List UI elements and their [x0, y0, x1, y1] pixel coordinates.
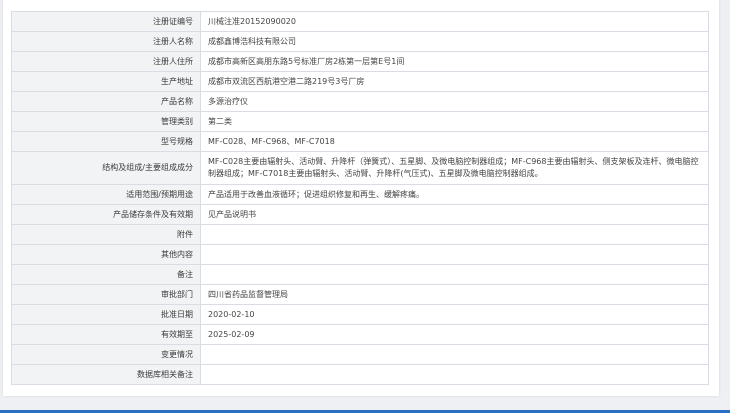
value-management-category: 第二类	[200, 111, 709, 132]
value-registration-number: 川械注准20152090020	[200, 11, 709, 32]
value-remarks	[200, 264, 709, 285]
row-change-history: 变更情况	[11, 344, 709, 365]
value-valid-until: 2025-02-09	[200, 324, 709, 345]
value-storage-validity: 见产品说明书	[200, 204, 709, 225]
label-structure-composition: 结构及组成/主要组成成分	[11, 151, 201, 185]
value-approval-department: 四川省药品监督管理局	[200, 284, 709, 305]
label-model-spec: 型号规格	[11, 131, 201, 152]
row-structure-composition: 结构及组成/主要组成成分 MF-C028主要由辐射头、活动臂、升降杆（弹簧式）、…	[11, 151, 709, 185]
row-approval-department: 审批部门 四川省药品监督管理局	[11, 284, 709, 305]
label-intended-use: 适用范围/预期用途	[11, 184, 201, 205]
row-approval-date: 批准日期 2020-02-10	[11, 304, 709, 325]
value-approval-date: 2020-02-10	[200, 304, 709, 325]
label-production-address: 生产地址	[11, 71, 201, 92]
value-database-remarks	[200, 364, 709, 385]
row-database-remarks: 数据库相关备注	[11, 364, 709, 385]
row-remarks: 备注	[11, 264, 709, 285]
detail-card: 注册证编号 川械注准20152090020 注册人名称 成都鑫博浩科技有限公司 …	[3, 0, 719, 396]
row-production-address: 生产地址 成都市双流区西航港空港二路219号3号厂房	[11, 71, 709, 92]
value-attachments	[200, 224, 709, 245]
registration-detail-table: 注册证编号 川械注准20152090020 注册人名称 成都鑫博浩科技有限公司 …	[11, 11, 709, 385]
label-product-name: 产品名称	[11, 91, 201, 112]
label-management-category: 管理类别	[11, 111, 201, 132]
label-storage-validity: 产品储存条件及有效期	[11, 204, 201, 225]
row-registrant-name: 注册人名称 成都鑫博浩科技有限公司	[11, 31, 709, 52]
label-change-history: 变更情况	[11, 344, 201, 365]
value-change-history	[200, 344, 709, 365]
label-database-remarks: 数据库相关备注	[11, 364, 201, 385]
row-model-spec: 型号规格 MF-C028、MF-C968、MF-C7018	[11, 131, 709, 152]
value-production-address: 成都市双流区西航港空港二路219号3号厂房	[200, 71, 709, 92]
label-valid-until: 有效期至	[11, 324, 201, 345]
label-registration-number: 注册证编号	[11, 11, 201, 32]
label-remarks: 备注	[11, 264, 201, 285]
value-other-content	[200, 244, 709, 265]
value-intended-use: 产品适用于改善血液循环；促进组织修复和再生、缓解疼痛。	[200, 184, 709, 205]
row-intended-use: 适用范围/预期用途 产品适用于改善血液循环；促进组织修复和再生、缓解疼痛。	[11, 184, 709, 205]
row-storage-validity: 产品储存条件及有效期 见产品说明书	[11, 204, 709, 225]
value-registrant-address: 成都市高新区高朋东路5号标准厂房2栋第一层第E号1间	[200, 51, 709, 72]
row-product-name: 产品名称 多源治疗仪	[11, 91, 709, 112]
label-attachments: 附件	[11, 224, 201, 245]
label-approval-date: 批准日期	[11, 304, 201, 325]
label-approval-department: 审批部门	[11, 284, 201, 305]
value-model-spec: MF-C028、MF-C968、MF-C7018	[200, 131, 709, 152]
row-valid-until: 有效期至 2025-02-09	[11, 324, 709, 345]
value-registrant-name: 成都鑫博浩科技有限公司	[200, 31, 709, 52]
row-registration-number: 注册证编号 川械注准20152090020	[11, 11, 709, 32]
row-other-content: 其他内容	[11, 244, 709, 265]
label-other-content: 其他内容	[11, 244, 201, 265]
label-registrant-name: 注册人名称	[11, 31, 201, 52]
row-attachments: 附件	[11, 224, 709, 245]
row-management-category: 管理类别 第二类	[11, 111, 709, 132]
label-registrant-address: 注册人住所	[11, 51, 201, 72]
value-product-name: 多源治疗仪	[200, 91, 709, 112]
value-structure-composition: MF-C028主要由辐射头、活动臂、升降杆（弹簧式）、五星脚、及微电脑控制器组成…	[200, 151, 709, 185]
row-registrant-address: 注册人住所 成都市高新区高朋东路5号标准厂房2栋第一层第E号1间	[11, 51, 709, 72]
